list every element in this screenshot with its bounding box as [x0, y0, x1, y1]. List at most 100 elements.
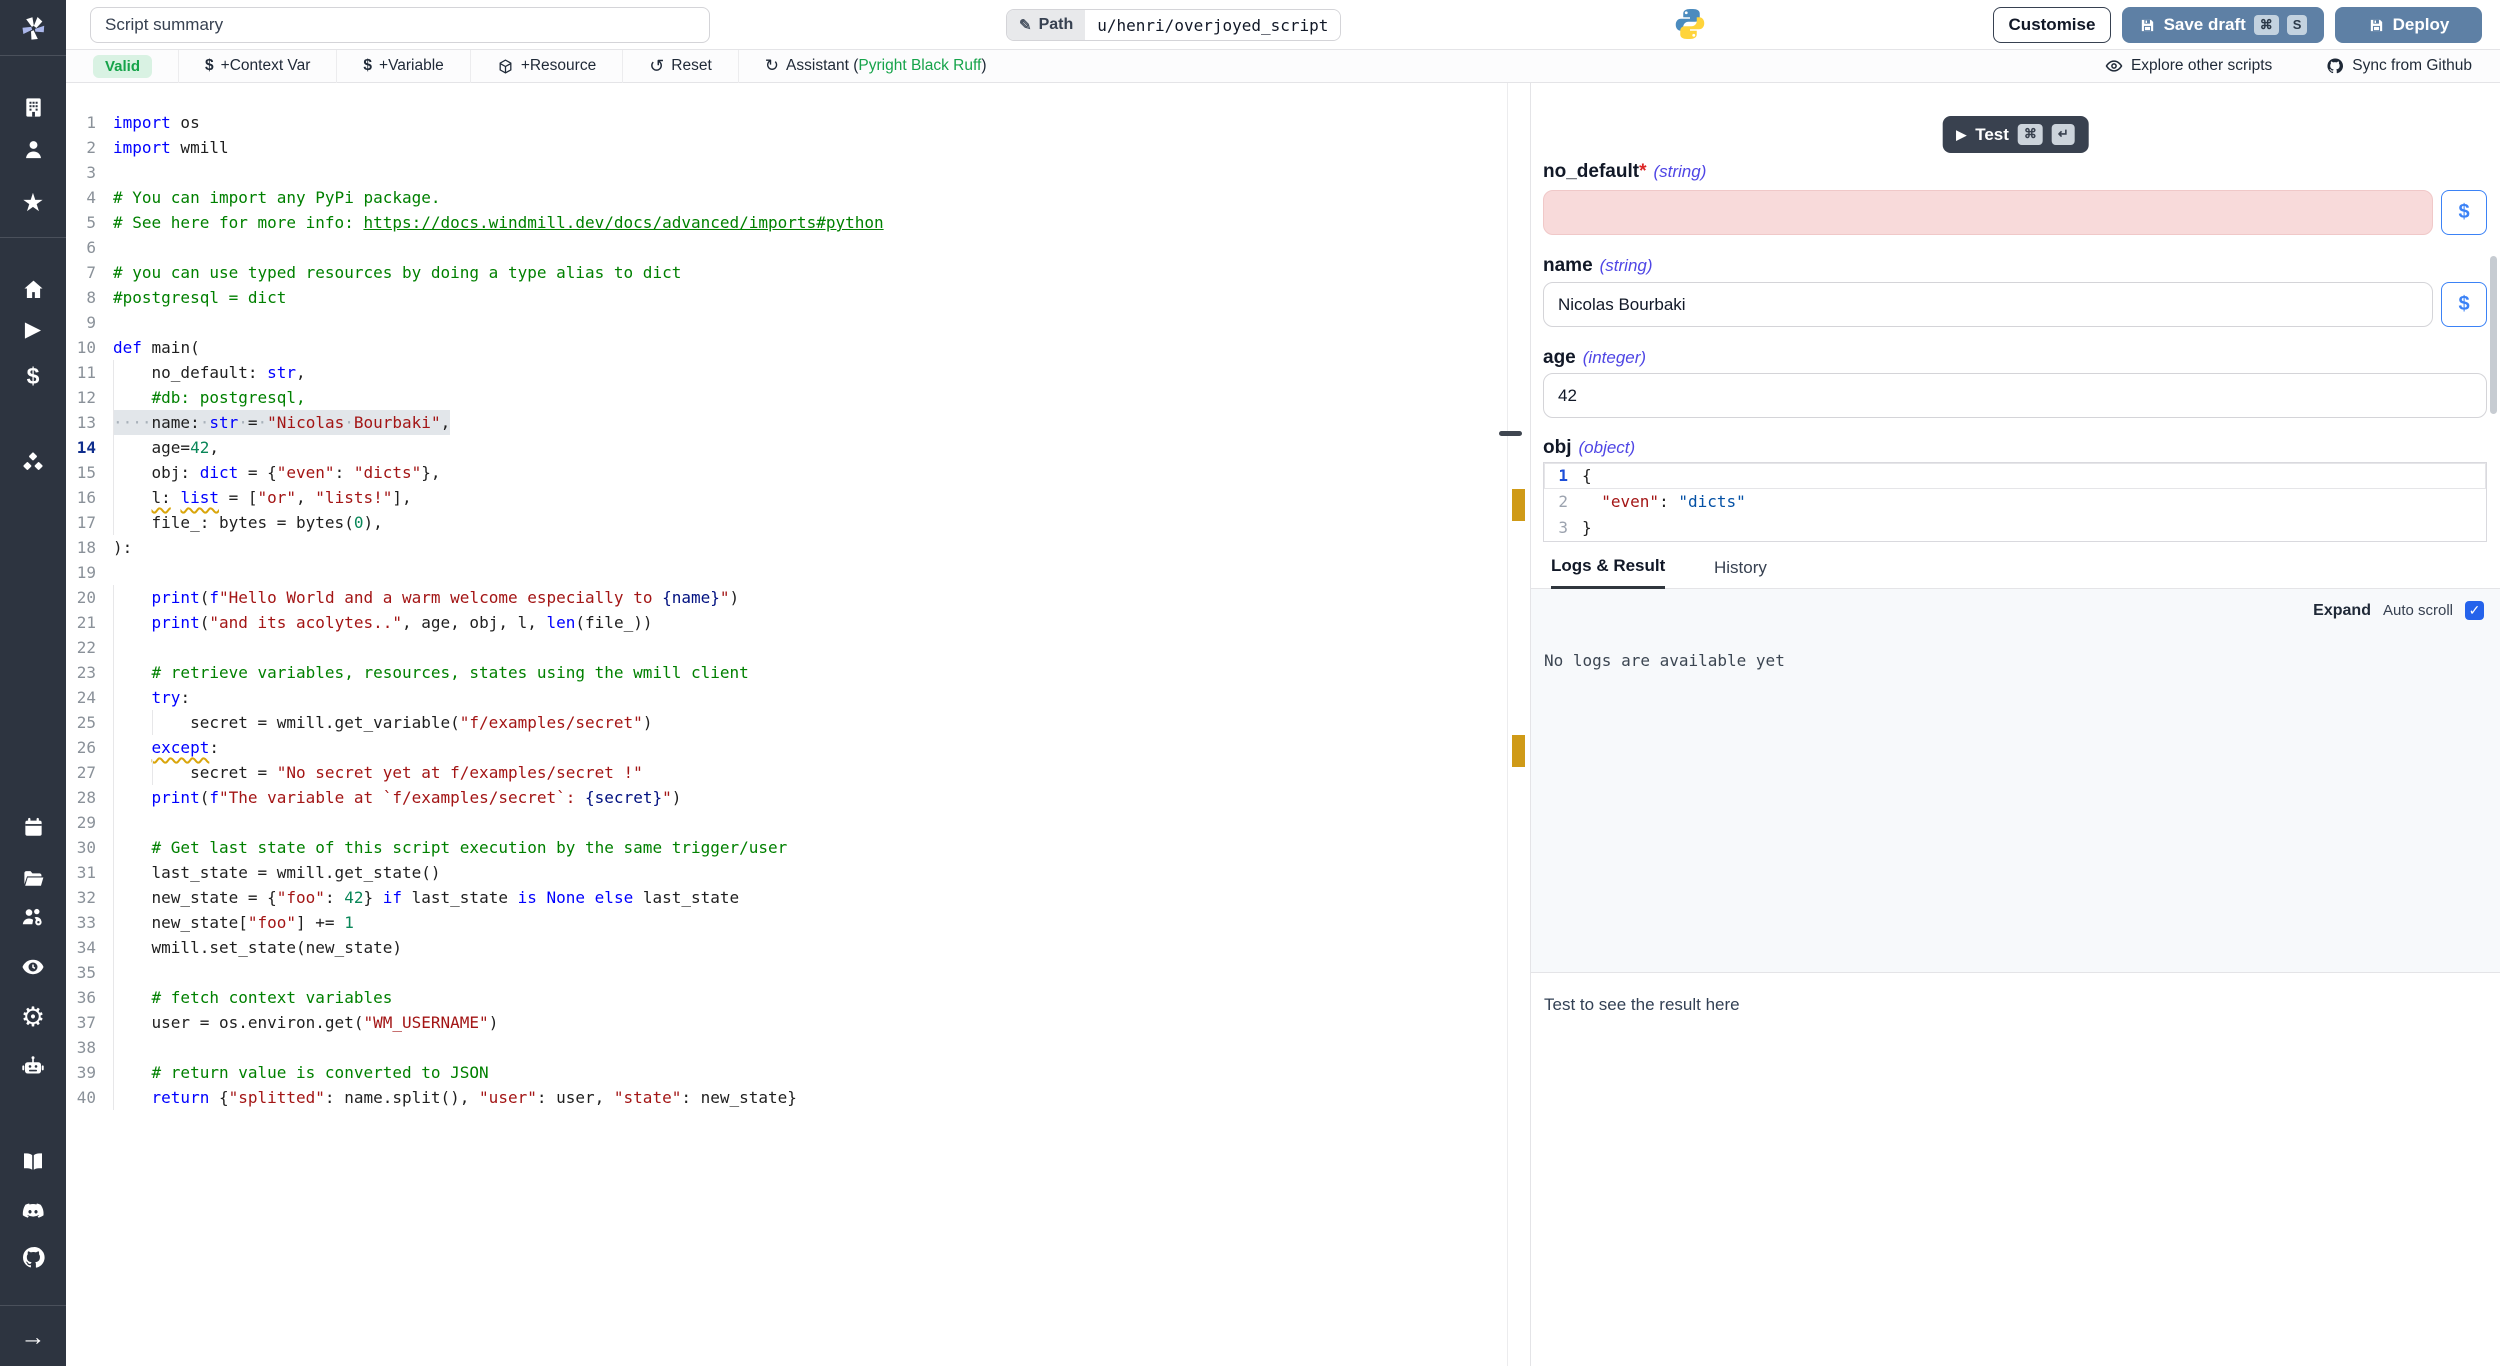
code-line-content: print(f"Hello World and a warm welcome e… [113, 585, 739, 610]
code-line[interactable]: 18): [66, 535, 1507, 560]
code-line[interactable]: 1import os [66, 110, 1507, 135]
script-summary-input[interactable] [90, 7, 710, 43]
code-line[interactable]: 25 secret = wmill.get_variable("f/exampl… [66, 710, 1507, 735]
sidebar-item-groups[interactable] [0, 900, 66, 934]
code-line[interactable]: 16 l: list = ["or", "lists!"], [66, 485, 1507, 510]
add-resource-button[interactable]: +Resource [471, 50, 623, 83]
code-line[interactable]: 33 new_state["foo"] += 1 [66, 910, 1507, 935]
deploy-button[interactable]: Deploy [2335, 7, 2482, 43]
code-line[interactable]: 29 [66, 810, 1507, 835]
json-editor-line[interactable]: 2 "even": "dicts" [1544, 489, 2486, 515]
reset-button[interactable]: ↺ Reset [623, 50, 739, 83]
age-input[interactable] [1543, 373, 2487, 418]
no-default-input[interactable] [1543, 190, 2433, 235]
code-line[interactable]: 8#postgresql = dict [66, 285, 1507, 310]
code-line[interactable]: 34 wmill.set_state(new_state) [66, 935, 1507, 960]
sidebar-item-folders[interactable] [0, 861, 66, 895]
add-variable-button[interactable]: $ +Variable [337, 50, 470, 83]
code-line[interactable]: 11 no_default: str, [66, 360, 1507, 385]
code-line-content: # retrieve variables, resources, states … [113, 660, 749, 685]
code-line[interactable]: 17 file_: bytes = bytes(0), [66, 510, 1507, 535]
code-line[interactable]: 7# you can use typed resources by doing … [66, 260, 1507, 285]
code-line[interactable]: 35 [66, 960, 1507, 985]
tab-logs-result[interactable]: Logs & Result [1551, 546, 1665, 589]
code-line[interactable]: 3 [66, 160, 1507, 185]
no-default-var-picker-button[interactable]: $ [2441, 190, 2487, 235]
code-line[interactable]: 24 try: [66, 685, 1507, 710]
customise-button[interactable]: Customise [1993, 7, 2111, 43]
sidebar-item-github[interactable] [0, 1240, 66, 1274]
code-line[interactable]: 31 last_state = wmill.get_state() [66, 860, 1507, 885]
code-line[interactable]: 19 [66, 560, 1507, 585]
code-line[interactable]: 37 user = os.environ.get("WM_USERNAME") [66, 1010, 1507, 1035]
sidebar-item-audit-logs[interactable] [0, 950, 66, 984]
add-context-var-button[interactable]: $ +Context Var [178, 50, 337, 83]
code-line[interactable]: 27 secret = "No secret yet at f/examples… [66, 760, 1507, 785]
code-line[interactable]: 28 print(f"The variable at `f/examples/s… [66, 785, 1507, 810]
line-number: 32 [66, 885, 96, 910]
sidebar-item-discord[interactable] [0, 1194, 66, 1228]
tab-history[interactable]: History [1714, 546, 1767, 589]
code-line[interactable]: 22 [66, 635, 1507, 660]
sidebar-item-runs[interactable]: ▶ [0, 312, 66, 346]
code-line[interactable]: 30 # Get last state of this script execu… [66, 835, 1507, 860]
code-line[interactable]: 13····name:·str·=·"Nicolas·Bourbaki", [66, 410, 1507, 435]
code-line[interactable]: 39 # return value is converted to JSON [66, 1060, 1507, 1085]
code-line[interactable]: 32 new_state = {"foo": 42} if last_state… [66, 885, 1507, 910]
book-icon [21, 1150, 45, 1174]
code-line[interactable]: 9 [66, 310, 1507, 335]
sidebar-item-workers[interactable] [0, 1049, 66, 1083]
line-number: 35 [66, 960, 96, 985]
auto-scroll-checkbox[interactable]: ✓ [2465, 601, 2484, 620]
line-number: 2 [66, 135, 96, 160]
explore-other-scripts-button[interactable]: Explore other scripts [2105, 57, 2272, 75]
save-draft-button[interactable]: Save draft ⌘ S [2122, 7, 2324, 43]
code-line[interactable]: 4# You can import any PyPi package. [66, 185, 1507, 210]
pane-resize-handle[interactable] [1499, 431, 1522, 436]
code-editor[interactable]: 1import os2import wmill34# You can impor… [66, 83, 1507, 1366]
code-line[interactable]: 36 # fetch context variables [66, 985, 1507, 1010]
code-line[interactable]: 14 age=42, [66, 435, 1507, 460]
path-badge[interactable]: ✎ Path u/henri/overjoyed_script [1006, 9, 1341, 41]
sidebar-item-schedules[interactable] [0, 810, 66, 844]
test-button[interactable]: ▶ Test ⌘ ↵ [1942, 116, 2089, 153]
code-line[interactable]: 12 #db: postgresql, [66, 385, 1507, 410]
sidebar-item-workspace[interactable] [0, 90, 66, 124]
code-line[interactable]: 5# See here for more info: https://docs.… [66, 210, 1507, 235]
pencil-icon: ✎ [1019, 16, 1032, 34]
code-line[interactable]: 40 return {"splitted": name.split(), "us… [66, 1085, 1507, 1110]
dollar-icon: $ [27, 365, 40, 388]
sidebar-item-user[interactable] [0, 132, 66, 166]
logs-pane: Expand Auto scroll ✓ No logs are availab… [1531, 589, 2500, 973]
code-line[interactable]: 23 # retrieve variables, resources, stat… [66, 660, 1507, 685]
code-line[interactable]: 10def main( [66, 335, 1507, 360]
panel-scrollbar-thumb[interactable] [2490, 256, 2497, 414]
name-input[interactable] [1543, 282, 2433, 327]
sync-from-github-button[interactable]: Sync from Github [2326, 57, 2472, 75]
field-type: (string) [1600, 256, 1653, 275]
code-line[interactable]: 21 print("and its acolytes..", age, obj,… [66, 610, 1507, 635]
code-line[interactable]: 15 obj: dict = {"even": "dicts"}, [66, 460, 1507, 485]
field-type: (object) [1579, 438, 1636, 457]
obj-json-editor[interactable]: 1{2 "even": "dicts"3} [1543, 462, 2487, 542]
sidebar-expand-button[interactable]: → [0, 1320, 66, 1354]
sidebar-item-home[interactable] [0, 272, 66, 306]
sidebar-item-favorites[interactable]: ★ [0, 186, 66, 220]
code-line[interactable]: 2import wmill [66, 135, 1507, 160]
sidebar-item-docs[interactable] [0, 1145, 66, 1179]
sidebar-item-variables[interactable]: $ [0, 359, 66, 393]
windmill-logo[interactable] [0, 11, 66, 45]
json-editor-line[interactable]: 1{ [1544, 463, 2486, 489]
code-line-content: new_state = {"foo": 42} if last_state is… [113, 885, 739, 910]
sidebar-item-settings[interactable]: ⚙ [0, 1000, 66, 1034]
customise-label: Customise [2009, 15, 2096, 35]
code-line[interactable]: 26 except: [66, 735, 1507, 760]
name-var-picker-button[interactable]: $ [2441, 282, 2487, 327]
code-line[interactable]: 6 [66, 235, 1507, 260]
sidebar-item-resources[interactable] [0, 446, 66, 480]
expand-button[interactable]: Expand [2313, 602, 2371, 620]
code-line[interactable]: 20 print(f"Hello World and a warm welcom… [66, 585, 1507, 610]
code-line[interactable]: 38 [66, 1035, 1507, 1060]
json-editor-line[interactable]: 3} [1544, 515, 2486, 541]
assistant-button[interactable]: ↻ Assistant (Pyright Black Ruff) [739, 50, 1013, 83]
